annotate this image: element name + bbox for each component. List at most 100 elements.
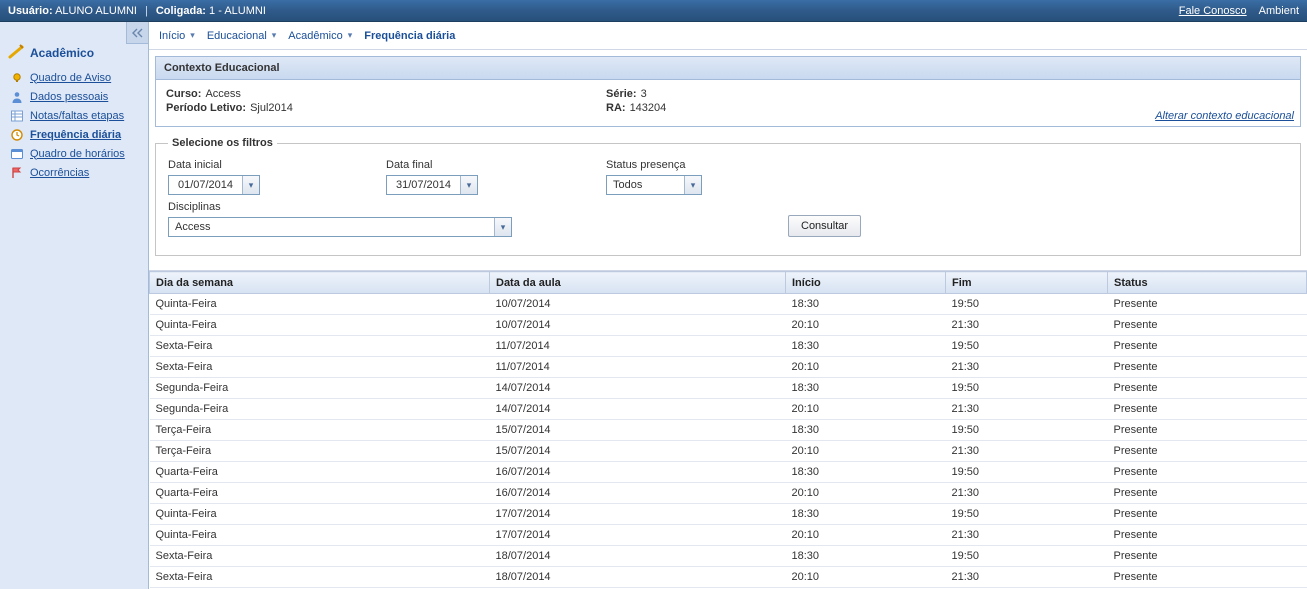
sidebar: Acadêmico Quadro de AvisoDados pessoaisN… — [0, 22, 149, 589]
table-cell: 18:30 — [786, 378, 946, 399]
flag-icon — [10, 166, 24, 180]
table-cell: 21:30 — [946, 441, 1108, 462]
chevron-down-icon[interactable]: ▾ — [494, 218, 511, 236]
table-row[interactable]: Segunda-Feira14/07/201420:1021:30Present… — [150, 399, 1307, 420]
table-cell: 21:30 — [946, 315, 1108, 336]
table-cell: 20:10 — [786, 441, 946, 462]
sidebar-item[interactable]: Quadro de horários — [10, 144, 148, 163]
periodo-label: Período Letivo: — [166, 102, 246, 114]
consultar-button[interactable]: Consultar — [788, 215, 861, 237]
contact-link[interactable]: Fale Conosco — [1179, 5, 1247, 17]
table-cell: Presente — [1108, 357, 1307, 378]
alter-context-link[interactable]: Alterar contexto educacional — [1155, 110, 1294, 122]
table-cell: Presente — [1108, 483, 1307, 504]
table-row[interactable]: Quinta-Feira10/07/201420:1021:30Presente — [150, 315, 1307, 336]
table-cell: 14/07/2014 — [490, 378, 786, 399]
chevron-down-icon[interactable]: ▾ — [242, 176, 259, 194]
clock-icon — [10, 128, 24, 142]
table-cell: 18:30 — [786, 504, 946, 525]
table-row[interactable]: Sexta-Feira11/07/201418:3019:50Presente — [150, 336, 1307, 357]
table-cell: Sexta-Feira — [150, 336, 490, 357]
table-cell: 18/07/2014 — [490, 567, 786, 588]
table-cell: 14/07/2014 — [490, 399, 786, 420]
table-row[interactable]: Sexta-Feira18/07/201420:1021:30Presente — [150, 567, 1307, 588]
sidebar-item-label[interactable]: Quadro de horários — [30, 148, 125, 160]
breadcrumb-item-educacional[interactable]: Educacional — [207, 30, 267, 42]
table-cell: 18:30 — [786, 294, 946, 315]
table-row[interactable]: Sexta-Feira18/07/201418:3019:50Presente — [150, 546, 1307, 567]
table-row[interactable]: Sexta-Feira11/07/201420:1021:30Presente — [150, 357, 1307, 378]
table-cell: Presente — [1108, 315, 1307, 336]
table-row[interactable]: Terça-Feira15/07/201420:1021:30Presente — [150, 441, 1307, 462]
coligada-label: Coligada: — [156, 5, 206, 17]
table-cell: 18:30 — [786, 462, 946, 483]
sidebar-item[interactable]: Notas/faltas etapas — [10, 106, 148, 125]
sidebar-item[interactable]: Frequência diária — [10, 125, 148, 144]
table-cell: 17/07/2014 — [490, 525, 786, 546]
chevron-down-icon: ▾ — [348, 30, 353, 41]
chevron-down-icon[interactable]: ▾ — [684, 176, 701, 194]
data-inicial-value: 01/07/2014 — [169, 179, 242, 191]
sidebar-item-label[interactable]: Dados pessoais — [30, 91, 108, 103]
top-bar: Usuário: ALUNO ALUMNI | Coligada: 1 - AL… — [0, 0, 1307, 22]
table-cell: Presente — [1108, 546, 1307, 567]
sidebar-item-label[interactable]: Quadro de Aviso — [30, 72, 111, 84]
table-cell: Presente — [1108, 378, 1307, 399]
table-cell: Quinta-Feira — [150, 525, 490, 546]
table-cell: 20:10 — [786, 315, 946, 336]
schedule-icon — [10, 147, 24, 161]
breadcrumb-item-inicio[interactable]: Início — [159, 30, 185, 42]
breadcrumb-current: Frequência diária — [364, 30, 455, 42]
chevron-down-icon: ▾ — [190, 30, 195, 41]
bell-icon — [10, 71, 24, 85]
table-cell: Presente — [1108, 294, 1307, 315]
data-final-label: Data final — [386, 159, 602, 171]
table-cell: 19:50 — [946, 378, 1108, 399]
academic-icon — [8, 44, 24, 60]
column-header[interactable]: Fim — [946, 272, 1108, 294]
sidebar-item[interactable]: Dados pessoais — [10, 87, 148, 106]
table-row[interactable]: Terça-Feira15/07/201418:3019:50Presente — [150, 420, 1307, 441]
sidebar-item[interactable]: Quadro de Aviso — [10, 68, 148, 87]
table-row[interactable]: Quarta-Feira16/07/201420:1021:30Presente — [150, 483, 1307, 504]
table-row[interactable]: Quarta-Feira16/07/201418:3019:50Presente — [150, 462, 1307, 483]
table-cell: 21:30 — [946, 567, 1108, 588]
table-cell: 18/07/2014 — [490, 546, 786, 567]
serie-label: Série: — [606, 88, 637, 100]
table-cell: Terça-Feira — [150, 420, 490, 441]
column-header[interactable]: Dia da semana — [150, 272, 490, 294]
disciplinas-select[interactable]: Access ▾ — [168, 217, 512, 237]
status-presenca-select[interactable]: Todos ▾ — [606, 175, 702, 195]
column-header[interactable]: Status — [1108, 272, 1307, 294]
status-presenca-value: Todos — [607, 179, 684, 191]
table-cell: 18:30 — [786, 546, 946, 567]
column-header[interactable]: Início — [786, 272, 946, 294]
table-cell: 15/07/2014 — [490, 441, 786, 462]
table-row[interactable]: Quinta-Feira17/07/201418:3019:50Presente — [150, 504, 1307, 525]
sidebar-item-label[interactable]: Notas/faltas etapas — [30, 110, 124, 122]
disciplinas-label: Disciplinas — [168, 201, 598, 213]
curso-label: Curso: — [166, 88, 201, 100]
sidebar-item[interactable]: Ocorrências — [10, 163, 148, 182]
sidebar-item-label[interactable]: Frequência diária — [30, 129, 121, 141]
data-final-input[interactable]: 31/07/2014 ▾ — [386, 175, 478, 195]
context-panel: Contexto Educacional Curso: Access Perío… — [155, 56, 1301, 127]
table-cell: 17/07/2014 — [490, 504, 786, 525]
serie-value: 3 — [641, 88, 647, 100]
chevron-down-icon[interactable]: ▾ — [460, 176, 477, 194]
table-cell: Presente — [1108, 504, 1307, 525]
table-cell: 16/07/2014 — [490, 483, 786, 504]
table-cell: 19:50 — [946, 420, 1108, 441]
data-inicial-input[interactable]: 01/07/2014 ▾ — [168, 175, 260, 195]
table-cell: Presente — [1108, 567, 1307, 588]
table-row[interactable]: Quinta-Feira10/07/201418:3019:50Presente — [150, 294, 1307, 315]
column-header[interactable]: Data da aula — [490, 272, 786, 294]
coligada-value: 1 - ALUMNI — [209, 5, 266, 17]
sidebar-collapse-button[interactable] — [126, 22, 148, 44]
table-row[interactable]: Segunda-Feira14/07/201418:3019:50Present… — [150, 378, 1307, 399]
breadcrumb-item-academico[interactable]: Acadêmico — [288, 30, 342, 42]
table-cell: Sexta-Feira — [150, 567, 490, 588]
table-cell: 19:50 — [946, 294, 1108, 315]
table-row[interactable]: Quinta-Feira17/07/201420:1021:30Presente — [150, 525, 1307, 546]
sidebar-item-label[interactable]: Ocorrências — [30, 167, 89, 179]
